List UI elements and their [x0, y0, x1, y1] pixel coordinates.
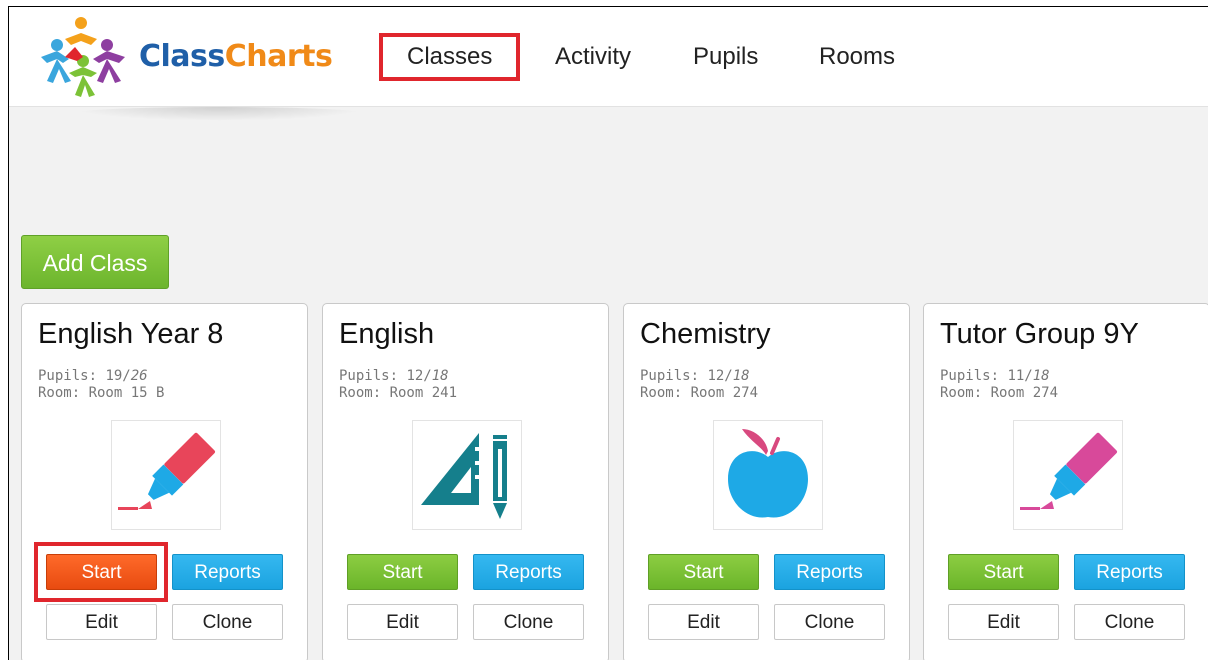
top-bar: ClassCharts Classes Activity Pupils Room… [9, 7, 1208, 107]
class-card[interactable]: English Pupils: 12/18 Room: Room 241 Sta… [322, 303, 609, 660]
class-icon-frame [1013, 420, 1123, 530]
reports-button[interactable]: Reports [172, 554, 283, 590]
header-shadow [69, 107, 369, 121]
class-title: English Year 8 [38, 318, 224, 350]
class-icon-frame [111, 420, 221, 530]
nav-tab-pupils[interactable]: Pupils [693, 43, 758, 71]
nav-tab-activity[interactable]: Activity [555, 43, 631, 71]
start-button[interactable]: Start [46, 554, 157, 590]
class-icon-frame [713, 420, 823, 530]
highlighter-icon [1014, 421, 1122, 529]
class-card[interactable]: English Year 8 Pupils: 19/26 Room: Room … [21, 303, 308, 660]
classcharts-logo[interactable]: ClassCharts [35, 17, 335, 97]
add-class-button[interactable]: Add Class [21, 235, 169, 289]
apple-icon [714, 421, 822, 529]
class-meta: Pupils: 11/18 Room: Room 274 [940, 368, 1059, 401]
reports-button[interactable]: Reports [774, 554, 885, 590]
reports-button[interactable]: Reports [1074, 554, 1185, 590]
class-meta: Pupils: 12/18 Room: Room 274 [640, 368, 759, 401]
class-icon-frame [412, 420, 522, 530]
reports-button[interactable]: Reports [473, 554, 584, 590]
class-card[interactable]: Chemistry Pupils: 12/18 Room: Room 274 S… [623, 303, 910, 660]
clone-button[interactable]: Clone [172, 604, 283, 640]
edit-button[interactable]: Edit [648, 604, 759, 640]
nav-tab-classes[interactable]: Classes [379, 33, 521, 81]
class-title: English [339, 318, 435, 350]
edit-button[interactable]: Edit [347, 604, 458, 640]
start-button[interactable]: Start [648, 554, 759, 590]
logo-wordmark: ClassCharts [139, 39, 333, 74]
start-button[interactable]: Start [347, 554, 458, 590]
class-meta: Pupils: 12/18 Room: Room 241 [339, 368, 458, 401]
class-meta: Pupils: 19/26 Room: Room 15 B [38, 368, 165, 401]
start-button[interactable]: Start [948, 554, 1059, 590]
edit-button[interactable]: Edit [46, 604, 157, 640]
app-frame: ClassCharts Classes Activity Pupils Room… [8, 6, 1208, 660]
clone-button[interactable]: Clone [774, 604, 885, 640]
edit-button[interactable]: Edit [948, 604, 1059, 640]
clone-button[interactable]: Clone [473, 604, 584, 640]
class-title: Chemistry [640, 318, 771, 350]
logo-figures-icon [41, 17, 125, 97]
set-square-pencil-icon [413, 421, 521, 529]
clone-button[interactable]: Clone [1074, 604, 1185, 640]
highlighter-icon [112, 421, 220, 529]
class-title: Tutor Group 9Y [940, 318, 1139, 350]
nav-tab-rooms[interactable]: Rooms [819, 43, 895, 71]
class-card[interactable]: Tutor Group 9Y Pupils: 11/18 Room: Room … [923, 303, 1208, 660]
